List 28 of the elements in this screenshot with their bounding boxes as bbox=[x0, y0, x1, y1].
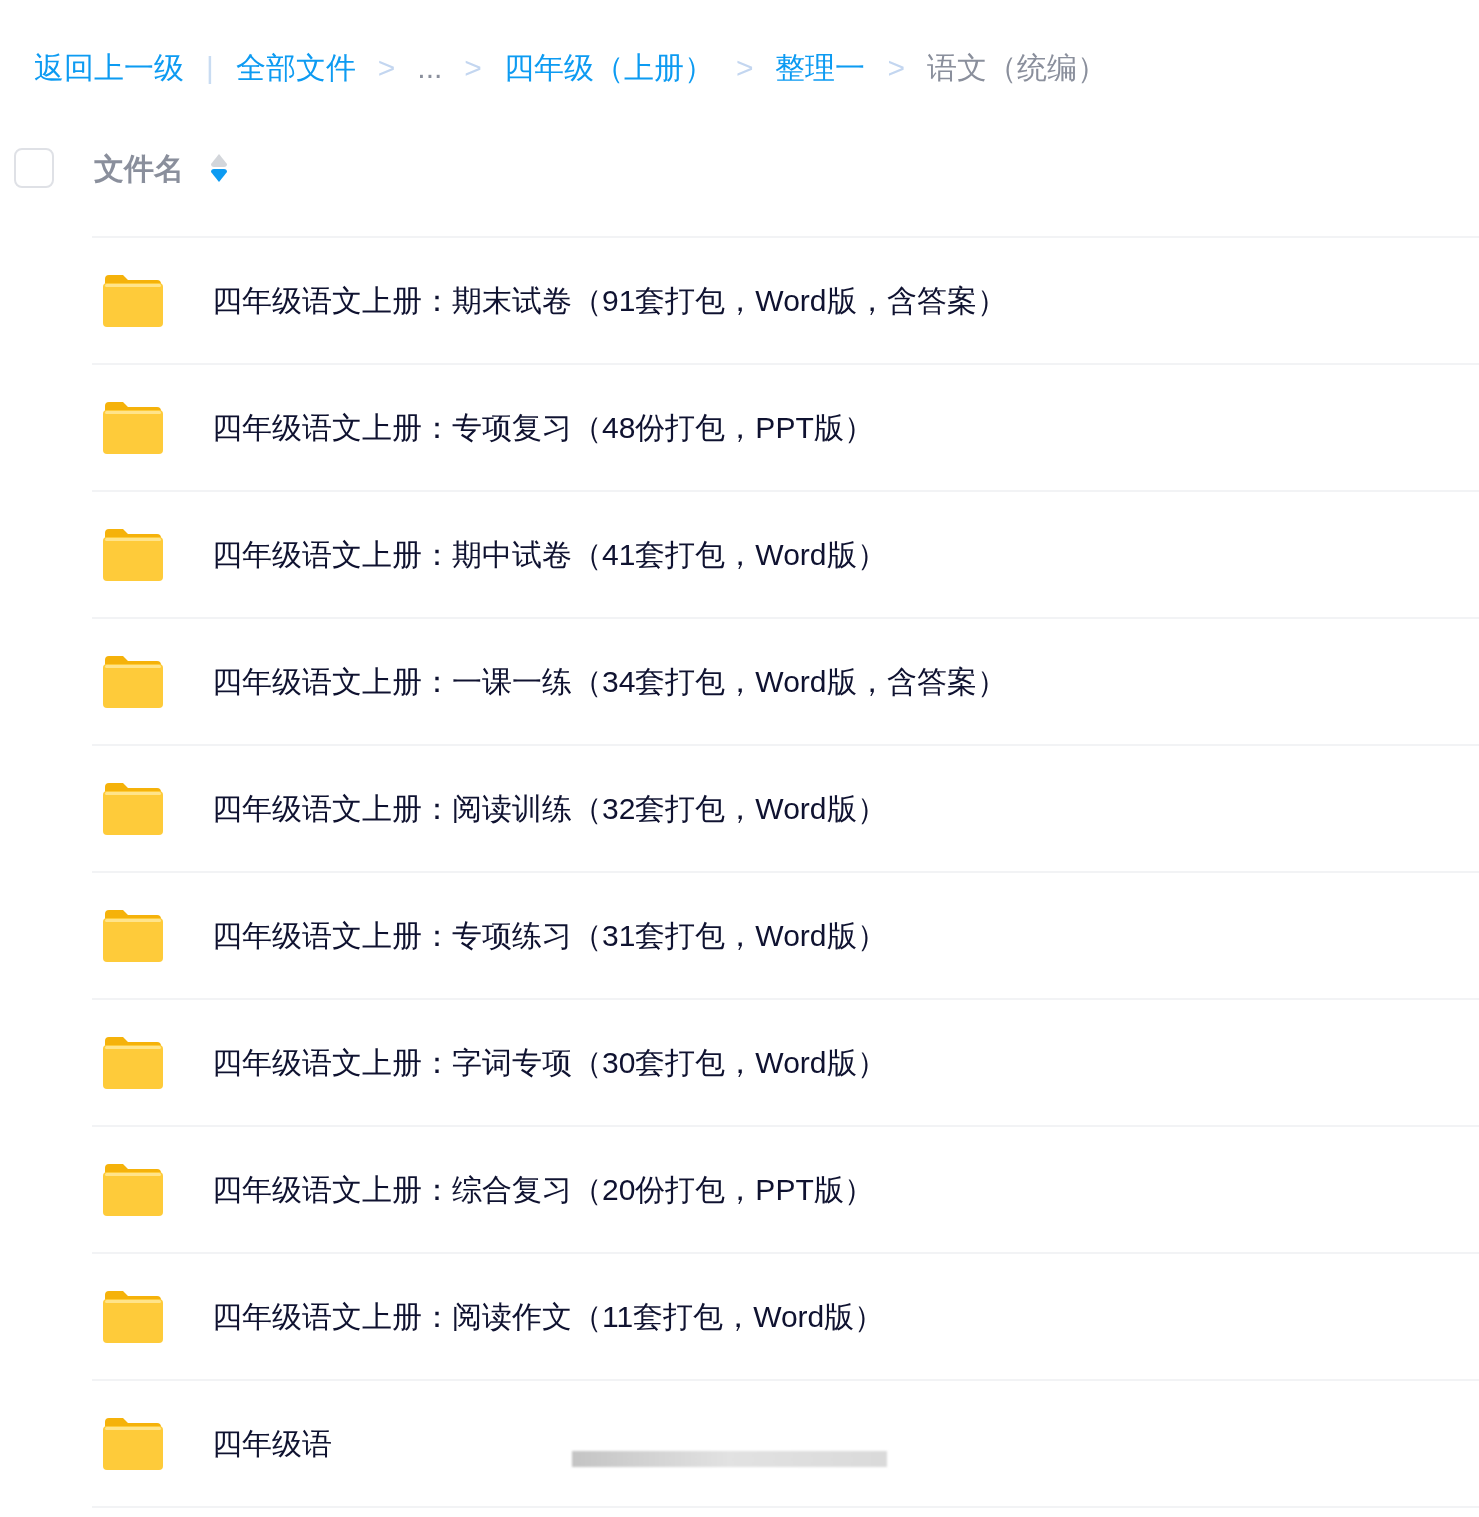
breadcrumb-current: 语文（统编） bbox=[926, 49, 1107, 86]
file-name[interactable]: 四年级语文上册：专项复习（48份打包，PPT版） bbox=[212, 405, 874, 450]
folder-icon bbox=[103, 401, 163, 454]
folder-icon bbox=[103, 782, 163, 835]
folder-icon bbox=[103, 655, 163, 708]
folder-icon bbox=[103, 1163, 163, 1216]
file-name[interactable]: 四年级语文上册：期末试卷（91套打包，Word版，含答案） bbox=[212, 278, 1007, 323]
folder-icon bbox=[103, 528, 163, 581]
file-name[interactable]: 四年级语文上册：字词专项（30套打包，Word版） bbox=[212, 1040, 887, 1085]
file-name[interactable]: 四年级语文上册：期中试卷（41套打包，Word版） bbox=[212, 532, 887, 577]
file-name[interactable]: 四年级语文上册：阅读训练（32套打包，Word版） bbox=[212, 786, 887, 831]
file-name[interactable]: 四年级语文上册：阅读作文（11套打包，Word版） bbox=[212, 1294, 885, 1339]
file-name[interactable]: 四年级语文上册：一课一练（34套打包，Word版，含答案） bbox=[212, 659, 1007, 704]
breadcrumb-separator: > bbox=[377, 49, 396, 86]
folder-icon bbox=[103, 1036, 163, 1089]
breadcrumb-separator: > bbox=[887, 49, 905, 86]
folder-icon bbox=[103, 1290, 163, 1343]
select-all-checkbox[interactable] bbox=[14, 148, 54, 188]
folder-icon bbox=[103, 274, 163, 327]
folder-icon bbox=[103, 909, 163, 962]
breadcrumb-separator: > bbox=[735, 49, 754, 86]
file-name[interactable]: 四年级语 bbox=[212, 1421, 332, 1466]
folder-icon bbox=[103, 1417, 163, 1470]
file-name[interactable]: 四年级语文上册：专项练习（31套打包，Word版） bbox=[212, 913, 887, 958]
sort-icon[interactable] bbox=[210, 153, 228, 183]
breadcrumb-divider: | bbox=[206, 49, 214, 86]
file-name[interactable]: 四年级语文上册：综合复习（20份打包，PPT版） bbox=[212, 1167, 874, 1212]
breadcrumb-separator: > bbox=[464, 49, 482, 86]
